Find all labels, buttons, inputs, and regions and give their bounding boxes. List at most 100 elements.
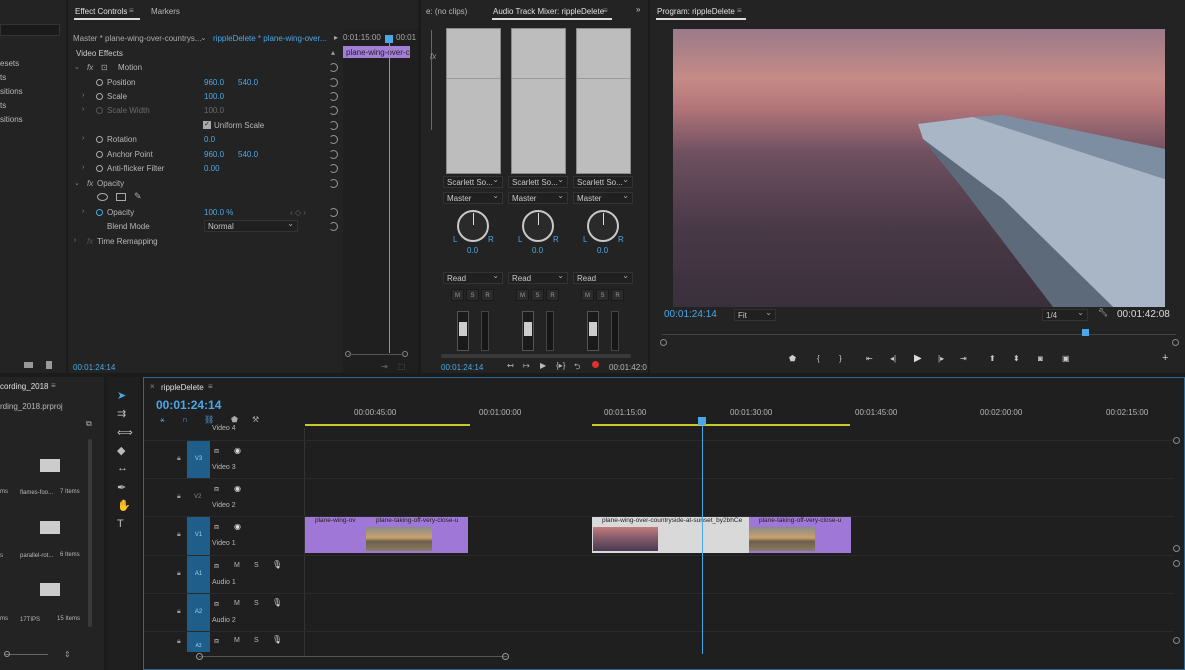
pen-tool-icon[interactable]: ✒: [117, 481, 126, 494]
lift-icon[interactable]: ⬆: [989, 354, 996, 363]
scroll-handle[interactable]: [660, 339, 667, 346]
volume-fader[interactable]: [587, 311, 599, 351]
bin-name[interactable]: 17TIPS: [20, 617, 40, 623]
tab-effect-controls[interactable]: Effect Controls: [75, 7, 127, 16]
step-forward-icon[interactable]: |▸: [938, 354, 944, 363]
track-target[interactable]: V2: [194, 494, 201, 500]
bin-name[interactable]: flames-foo...: [20, 490, 53, 496]
go-to-in-icon[interactable]: ⇤: [866, 354, 873, 363]
insert-meter[interactable]: [446, 28, 501, 174]
sort-icon[interactable]: ⇕: [64, 650, 71, 659]
reset-icon[interactable]: [329, 92, 338, 101]
insert-meter[interactable]: [576, 28, 631, 174]
go-to-out-icon[interactable]: ⇥: [960, 354, 967, 363]
track-target[interactable]: V1: [187, 517, 210, 555]
timeline-timecode[interactable]: 00:01:24:14: [156, 398, 221, 412]
expand-arrow-icon[interactable]: ›: [82, 208, 84, 215]
output-dropdown[interactable]: Master: [443, 191, 503, 204]
list-item[interactable]: esets: [0, 59, 19, 68]
loop-icon[interactable]: ⮌: [574, 361, 580, 373]
play-only-icon[interactable]: ▸: [334, 33, 338, 42]
timeline-clip[interactable]: plane-taking-off-very-close-u: [749, 517, 851, 553]
list-item[interactable]: ts: [0, 101, 6, 110]
mute-track-button[interactable]: M: [234, 600, 240, 607]
pan-value[interactable]: 0.0: [467, 246, 478, 255]
position-y-value[interactable]: 540.0: [238, 78, 258, 87]
stopwatch-icon[interactable]: [96, 93, 103, 100]
keyframe-nav-icon[interactable]: ‹ ◇ ›: [290, 208, 306, 217]
sequence-clip-name[interactable]: rippleDelete * plane-wing-over...: [213, 34, 326, 43]
add-button-icon[interactable]: +: [1162, 352, 1168, 364]
expand-arrow-icon[interactable]: ⌄: [74, 63, 80, 71]
stopwatch-icon[interactable]: [96, 151, 103, 158]
reset-icon[interactable]: [329, 121, 338, 130]
transform-icon[interactable]: ⊡: [101, 63, 108, 72]
toggle-sync-icon[interactable]: ⧈: [214, 484, 219, 494]
reset-icon[interactable]: [329, 222, 338, 231]
menu-icon[interactable]: ≡: [51, 381, 56, 390]
program-playhead[interactable]: [1082, 329, 1089, 336]
step-back-icon[interactable]: ◂|: [890, 354, 896, 363]
reset-icon[interactable]: [329, 179, 338, 188]
reset-icon[interactable]: [329, 208, 338, 217]
eye-icon[interactable]: ◉: [234, 446, 241, 455]
rectangle-mask-icon[interactable]: [116, 193, 126, 201]
tab-audio-track-mixer[interactable]: Audio Track Mixer: rippleDelete: [493, 7, 604, 16]
pan-value[interactable]: 0.0: [597, 246, 608, 255]
reset-icon[interactable]: [329, 106, 338, 115]
timeline-zoom-bar[interactable]: [199, 656, 507, 657]
automation-dropdown[interactable]: Read: [443, 271, 503, 284]
toggle-sync-icon[interactable]: ⧈: [214, 446, 219, 456]
expand-arrow-icon[interactable]: ⌄: [74, 179, 80, 187]
zoom-slider[interactable]: [4, 654, 48, 655]
lock-icon[interactable]: 🔒︎: [177, 531, 181, 539]
resolution-dropdown[interactable]: 1/4: [1042, 308, 1088, 321]
folder-icon[interactable]: [40, 459, 60, 472]
mute-button[interactable]: M: [581, 289, 594, 301]
selection-tool-icon[interactable]: ➤: [117, 389, 126, 402]
reset-icon[interactable]: [329, 135, 338, 144]
search-field[interactable]: [0, 24, 60, 36]
anchor-y-value[interactable]: 540.0: [238, 150, 258, 159]
expand-arrow-icon[interactable]: ›: [74, 237, 76, 244]
scroll-handle[interactable]: [1172, 339, 1179, 346]
mixer-timecode[interactable]: 00:01:24:14: [441, 363, 483, 372]
lock-icon[interactable]: 🔒︎: [177, 608, 181, 616]
timeline-clip[interactable]: plane-wing-ov: [305, 517, 366, 553]
video-frame[interactable]: [673, 29, 1165, 307]
folder-icon[interactable]: [24, 362, 33, 368]
project-title[interactable]: cording_2018: [0, 382, 48, 391]
export-icon[interactable]: ⬚: [398, 362, 406, 371]
eye-icon[interactable]: ◉: [234, 522, 241, 531]
new-bin-icon[interactable]: ⧉: [86, 419, 92, 429]
record-button[interactable]: R: [611, 289, 624, 301]
menu-icon[interactable]: ≡: [737, 6, 742, 15]
solo-track-button[interactable]: S: [254, 562, 259, 569]
record-icon[interactable]: [592, 361, 599, 368]
insert-meter[interactable]: [511, 28, 566, 174]
comparison-view-icon[interactable]: ▣: [1062, 354, 1070, 363]
input-device-dropdown[interactable]: Scarlett So...: [443, 175, 503, 188]
toggle-sync-icon[interactable]: ⧈: [214, 599, 219, 609]
position-x-value[interactable]: 960.0: [204, 78, 224, 87]
chevron-down-icon[interactable]: ⌄: [200, 33, 207, 42]
program-title[interactable]: Program: rippleDelete: [657, 7, 735, 16]
zoom-slider-handle[interactable]: [4, 651, 10, 657]
output-dropdown[interactable]: Master: [573, 191, 633, 204]
reset-icon[interactable]: [329, 78, 338, 87]
lock-icon[interactable]: 🔒︎: [177, 493, 181, 501]
expand-arrow-icon[interactable]: ›: [82, 92, 84, 99]
solo-button[interactable]: S: [466, 289, 479, 301]
record-button[interactable]: R: [481, 289, 494, 301]
pan-knob[interactable]: [522, 210, 554, 242]
goto-out-icon[interactable]: ↦: [523, 361, 530, 370]
timeline-playhead[interactable]: [702, 419, 703, 654]
playhead-handle[interactable]: [385, 35, 393, 43]
anchor-x-value[interactable]: 960.0: [204, 150, 224, 159]
ellipse-mask-icon[interactable]: [97, 193, 108, 201]
mark-in-icon[interactable]: {: [817, 354, 820, 363]
zoom-handle-right[interactable]: [502, 653, 509, 660]
type-tool-icon[interactable]: T: [117, 518, 124, 530]
play-icon[interactable]: ▶: [540, 361, 546, 370]
collapse-icon[interactable]: ▴: [331, 48, 335, 57]
